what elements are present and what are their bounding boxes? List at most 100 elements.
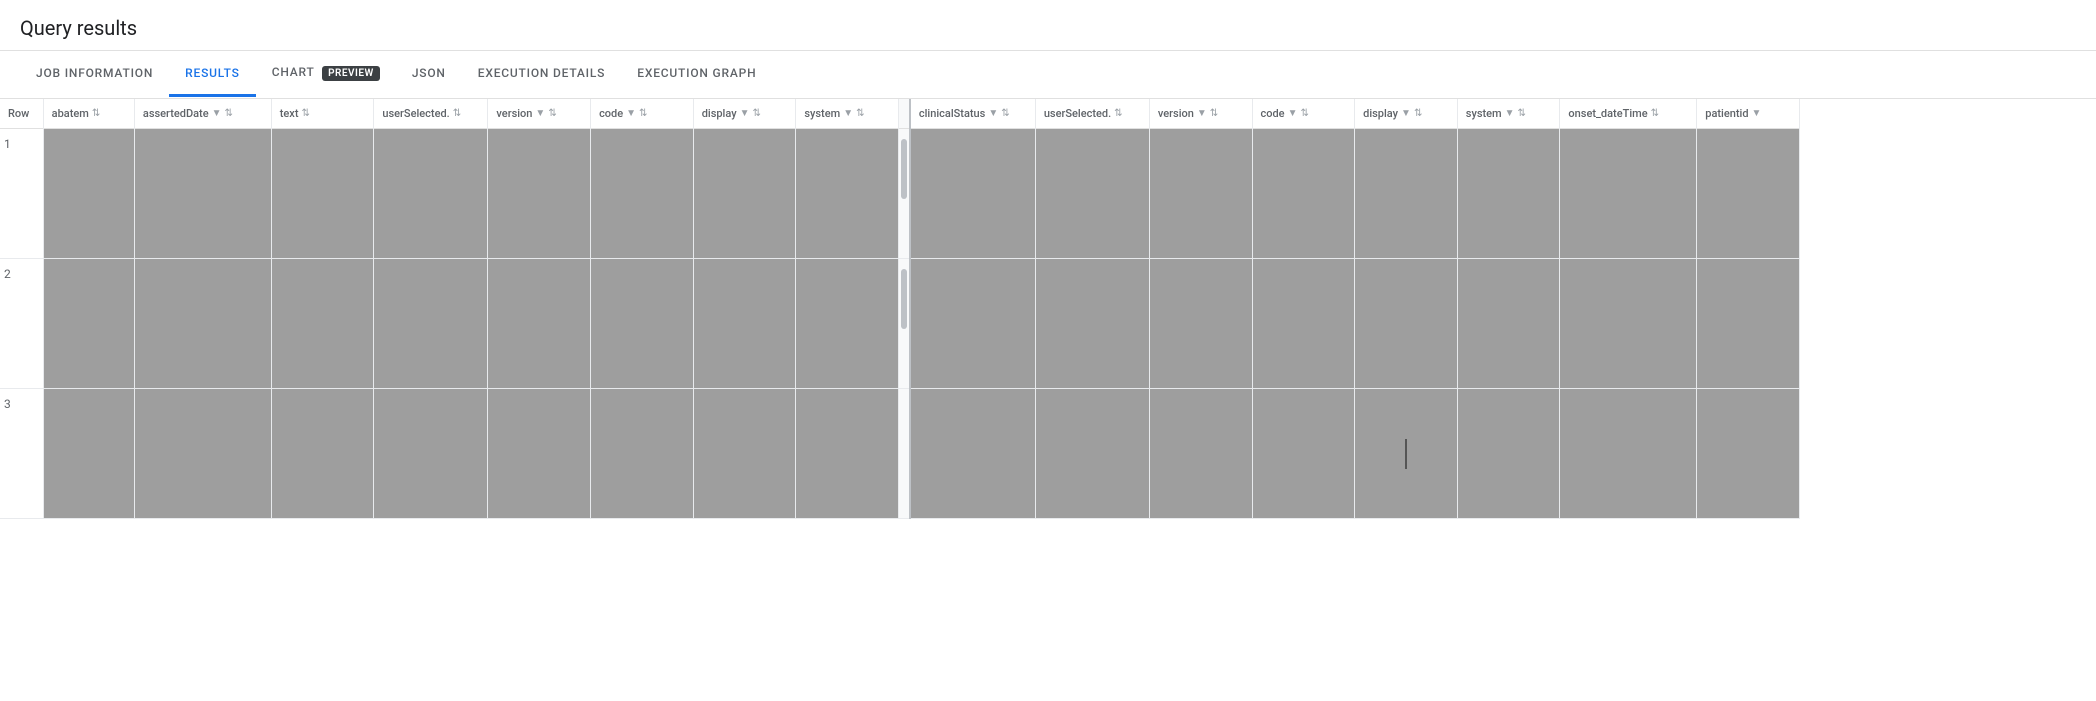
- resize-icon-assertedDate[interactable]: ⇅: [225, 108, 233, 119]
- sort-icon-version[interactable]: ▼: [535, 108, 545, 119]
- cell-row3-coldisplay: [693, 389, 796, 519]
- col-header-code[interactable]: code ▼ ⇅: [591, 99, 694, 129]
- resize-icon-system2[interactable]: ⇅: [1518, 108, 1526, 119]
- cell-row3-coluserSelected: [374, 389, 488, 519]
- tab-chart[interactable]: CHART PREVIEW: [256, 51, 396, 98]
- cell-row3-colclinicalStatus: [910, 389, 1035, 519]
- col-header-system[interactable]: system ▼ ⇅: [796, 99, 899, 129]
- tab-execution-graph[interactable]: EXECUTION GRAPH: [621, 52, 772, 97]
- divider-cell-row1: [898, 129, 909, 259]
- table-container[interactable]: Row abatem ⇅ assertedDate ▼ ⇅: [0, 99, 2096, 680]
- cell-row1-coltext: [271, 129, 374, 259]
- cell-row1-colassertedDate: [134, 129, 271, 259]
- resize-icon-version[interactable]: ⇅: [548, 108, 556, 119]
- cell-row1-colsystem: [796, 129, 899, 259]
- sort-icon-code[interactable]: ▼: [626, 108, 636, 119]
- tab-job-information[interactable]: JOB INFORMATION: [20, 52, 169, 97]
- results-table: Row abatem ⇅ assertedDate ▼ ⇅: [0, 99, 1800, 519]
- cell-row2-colassertedDate: [134, 259, 271, 389]
- cell-row2-colcode2: [1252, 259, 1355, 389]
- cell-row2-colabatem: [43, 259, 134, 389]
- col-header-display[interactable]: display ▼ ⇅: [693, 99, 796, 129]
- cell-row1-coluserSelected: [374, 129, 488, 259]
- sort-icon-patientid[interactable]: ▼: [1752, 108, 1762, 119]
- resize-icon-userSelected2[interactable]: ⇅: [1114, 108, 1122, 119]
- cell-row3-colsystem: [796, 389, 899, 519]
- tab-results[interactable]: RESULTS: [169, 52, 256, 97]
- sort-icon-display2[interactable]: ▼: [1401, 108, 1411, 119]
- cell-row2-colcode: [591, 259, 694, 389]
- cell-row3-coldisplay2: [1355, 389, 1458, 519]
- cell-row1-colversion: [488, 129, 591, 259]
- resize-icon-code2[interactable]: ⇅: [1300, 108, 1308, 119]
- col-header-row: Row: [0, 99, 43, 129]
- col-header-userSelected[interactable]: userSelected. ⇅: [374, 99, 488, 129]
- tabs-bar: JOB INFORMATION RESULTS CHART PREVIEW JS…: [0, 51, 2096, 99]
- cell-row1-coluserSelected2: [1035, 129, 1149, 259]
- sort-icon-assertedDate[interactable]: ▼: [212, 108, 222, 119]
- resize-icon-system[interactable]: ⇅: [856, 108, 864, 119]
- cell-row1-coldisplay: [693, 129, 796, 259]
- resize-icon-code[interactable]: ⇅: [639, 108, 647, 119]
- cell-row2-coluserSelected: [374, 259, 488, 389]
- cell-row1-colcode2: [1252, 129, 1355, 259]
- cell-row3-coluserSelected2: [1035, 389, 1149, 519]
- cell-row2-colclinicalStatus: [910, 259, 1035, 389]
- col-header-clinicalStatus[interactable]: clinicalStatus ▼ ⇅: [910, 99, 1035, 129]
- cell-row3-colcode: [591, 389, 694, 519]
- col-header-version[interactable]: version ▼ ⇅: [488, 99, 591, 129]
- cell-row2-coldisplay: [693, 259, 796, 389]
- cell-row2-colversion2: [1149, 259, 1252, 389]
- resize-icon-abatem[interactable]: ⇅: [92, 108, 100, 119]
- row-num-2: 2: [0, 259, 43, 389]
- cell-row3-colassertedDate: [134, 389, 271, 519]
- col-header-version2[interactable]: version ▼ ⇅: [1149, 99, 1252, 129]
- sort-icon-display[interactable]: ▼: [740, 108, 750, 119]
- tab-json[interactable]: JSON: [396, 52, 462, 97]
- cell-row1-coldisplay2: [1355, 129, 1458, 259]
- cell-row1-colabatem: [43, 129, 134, 259]
- row-num-3: 3: [0, 389, 43, 519]
- resize-icon-display2[interactable]: ⇅: [1414, 108, 1422, 119]
- resize-icon-display[interactable]: ⇅: [753, 108, 761, 119]
- col-header-text[interactable]: text ⇅: [271, 99, 374, 129]
- cell-row3-colversion2: [1149, 389, 1252, 519]
- sort-icon-system2[interactable]: ▼: [1505, 108, 1515, 119]
- col-header-onset-dateTime[interactable]: onset_dateTime ⇅: [1560, 99, 1697, 129]
- cell-row1-colpatientid: [1697, 129, 1800, 259]
- col-header-code2[interactable]: code ▼ ⇅: [1252, 99, 1355, 129]
- cell-row1-colonset_dateTime: [1560, 129, 1697, 259]
- col-header-patientid[interactable]: patientid ▼: [1697, 99, 1800, 129]
- col-divider-1: [898, 99, 909, 129]
- sort-icon-system[interactable]: ▼: [843, 108, 853, 119]
- cell-row1-colcode: [591, 129, 694, 259]
- cell-row2-coluserSelected2: [1035, 259, 1149, 389]
- resize-icon-onset[interactable]: ⇅: [1651, 108, 1659, 119]
- cell-row2-colpatientid: [1697, 259, 1800, 389]
- cell-row2-colonset_dateTime: [1560, 259, 1697, 389]
- col-header-userSelected2[interactable]: userSelected. ⇅: [1035, 99, 1149, 129]
- cell-row3-coltext: [271, 389, 374, 519]
- resize-icon-userSelected[interactable]: ⇅: [453, 108, 461, 119]
- cell-row3-colonset_dateTime: [1560, 389, 1697, 519]
- cell-row3-colabatem: [43, 389, 134, 519]
- cell-row1-colsystem2: [1457, 129, 1560, 259]
- sort-icon-code2[interactable]: ▼: [1288, 108, 1298, 119]
- resize-icon-clinicalStatus[interactable]: ⇅: [1001, 108, 1009, 119]
- cell-row2-colsystem: [796, 259, 899, 389]
- resize-icon-text[interactable]: ⇅: [302, 108, 310, 119]
- col-header-display2[interactable]: display ▼ ⇅: [1355, 99, 1458, 129]
- cell-row3-colpatientid: [1697, 389, 1800, 519]
- tab-execution-details[interactable]: EXECUTION DETAILS: [462, 52, 622, 97]
- sort-icon-clinicalStatus[interactable]: ▼: [988, 108, 998, 119]
- resize-icon-version2[interactable]: ⇅: [1210, 108, 1218, 119]
- col-header-system2[interactable]: system ▼ ⇅: [1457, 99, 1560, 129]
- row-num-1: 1: [0, 129, 43, 259]
- cell-row2-coldisplay2: [1355, 259, 1458, 389]
- cell-row1-colclinicalStatus: [910, 129, 1035, 259]
- cell-row1-colversion2: [1149, 129, 1252, 259]
- col-header-assertedDate[interactable]: assertedDate ▼ ⇅: [134, 99, 271, 129]
- preview-badge: PREVIEW: [322, 66, 380, 81]
- sort-icon-version2[interactable]: ▼: [1197, 108, 1207, 119]
- col-header-abatem[interactable]: abatem ⇅: [43, 99, 134, 129]
